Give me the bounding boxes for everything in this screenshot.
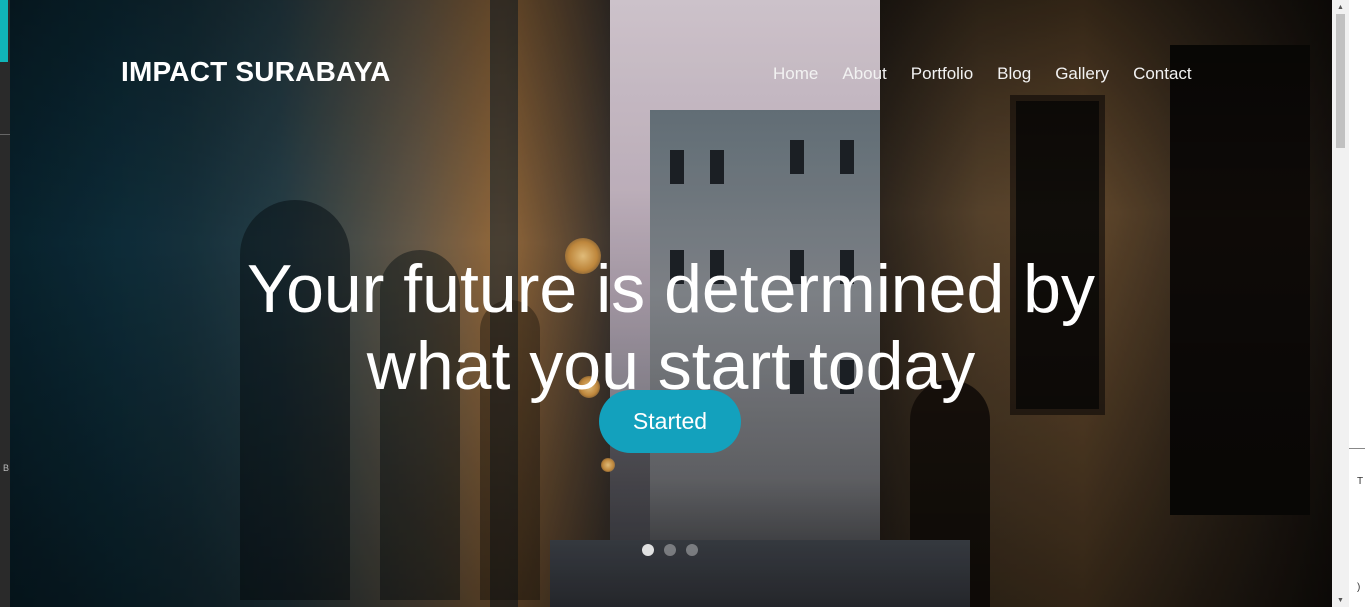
nav-link-blog[interactable]: Blog xyxy=(997,64,1031,84)
nav-link-contact[interactable]: Contact xyxy=(1133,64,1192,84)
nav-link-home[interactable]: Home xyxy=(773,64,818,84)
background-window-text: ) xyxy=(1357,582,1361,593)
scroll-up-arrow-icon[interactable]: ▲ xyxy=(1332,0,1349,14)
scrollbar-thumb[interactable] xyxy=(1336,14,1345,148)
scroll-down-arrow-icon[interactable]: ▼ xyxy=(1332,593,1349,607)
background-window-letter: B xyxy=(3,463,10,473)
background-window-accent xyxy=(0,0,8,62)
carousel-dot[interactable] xyxy=(664,544,676,556)
background-window-text: T xyxy=(1357,476,1364,487)
divider xyxy=(0,134,10,135)
background-window-strip-right: T ) xyxy=(1349,0,1365,607)
carousel-dot[interactable] xyxy=(686,544,698,556)
divider xyxy=(1349,448,1365,449)
page-scrollbar[interactable]: ▲ ▼ xyxy=(1332,0,1349,607)
main-navigation: Home About Portfolio Blog Gallery Contac… xyxy=(773,64,1192,84)
site-logo[interactable]: IMPACT SURABAYA xyxy=(121,56,391,88)
nav-link-portfolio[interactable]: Portfolio xyxy=(911,64,973,84)
get-started-button[interactable]: Started xyxy=(599,390,741,453)
nav-link-gallery[interactable]: Gallery xyxy=(1055,64,1109,84)
hero-headline: Your future is determined by what you st… xyxy=(170,251,1172,405)
hero-section: IMPACT SURABAYA Home About Portfolio Blo… xyxy=(10,0,1332,607)
carousel-indicators xyxy=(642,544,698,556)
carousel-dot[interactable] xyxy=(642,544,654,556)
nav-link-about[interactable]: About xyxy=(842,64,886,84)
hero-headline-line-1: Your future is determined by xyxy=(247,250,1095,327)
background-window-strip: B xyxy=(0,0,10,607)
